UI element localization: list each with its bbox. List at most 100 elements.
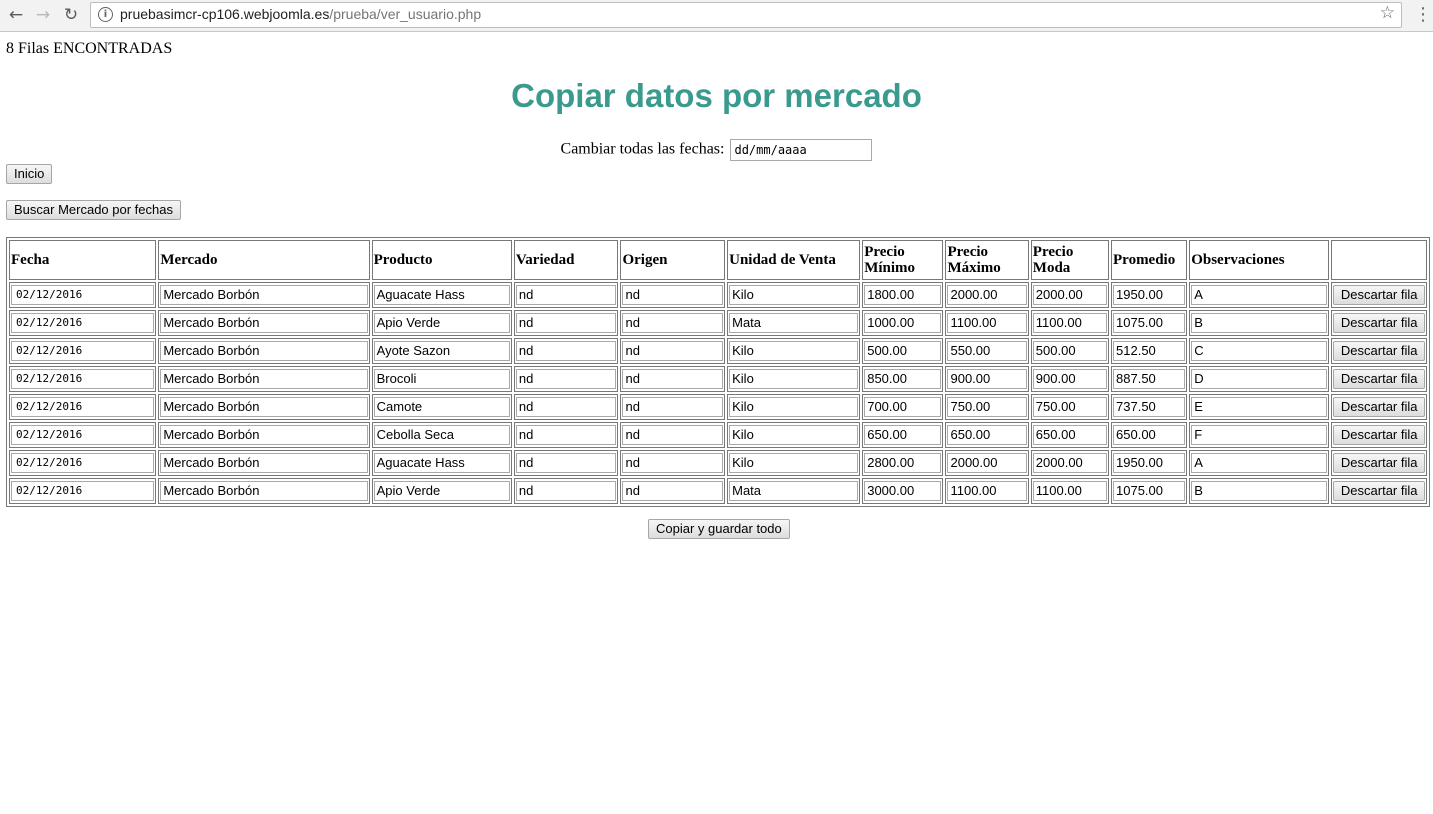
max-price-field[interactable]: 2000.00 bbox=[947, 453, 1027, 473]
discard-row-button[interactable]: Descartar fila bbox=[1333, 453, 1425, 473]
date-field[interactable]: 02/12/2016 bbox=[11, 481, 155, 501]
date-field[interactable]: 02/12/2016 bbox=[11, 453, 155, 473]
discard-row-button[interactable]: Descartar fila bbox=[1333, 481, 1425, 501]
min-price-field[interactable]: 1800.00 bbox=[864, 285, 942, 305]
date-field[interactable]: 02/12/2016 bbox=[11, 369, 155, 389]
mode-price-field[interactable]: 1100.00 bbox=[1032, 313, 1108, 333]
market-field[interactable]: Mercado Borbón bbox=[160, 313, 368, 333]
market-field[interactable]: Mercado Borbón bbox=[160, 285, 368, 305]
average-field[interactable]: 1075.00 bbox=[1113, 313, 1186, 333]
max-price-field[interactable]: 2000.00 bbox=[947, 285, 1027, 305]
discard-row-button[interactable]: Descartar fila bbox=[1333, 313, 1425, 333]
date-field[interactable]: 02/12/2016 bbox=[11, 341, 155, 361]
average-field[interactable]: 1075.00 bbox=[1113, 481, 1186, 501]
forward-arrow-icon[interactable]: → bbox=[31, 3, 55, 27]
observations-field[interactable]: A bbox=[1191, 453, 1328, 473]
min-price-field[interactable]: 500.00 bbox=[864, 341, 942, 361]
mode-price-field[interactable]: 750.00 bbox=[1032, 397, 1108, 417]
max-price-field[interactable]: 1100.00 bbox=[947, 313, 1027, 333]
max-price-field[interactable]: 550.00 bbox=[947, 341, 1027, 361]
unit-field[interactable]: Kilo bbox=[729, 425, 859, 445]
change-dates-input[interactable]: dd/mm/aaaa bbox=[730, 139, 873, 161]
date-field[interactable]: 02/12/2016 bbox=[11, 313, 155, 333]
origin-field[interactable]: nd bbox=[622, 369, 724, 389]
url-text[interactable]: pruebasimcr-cp106.webjoomla.es/prueba/ve… bbox=[120, 6, 481, 22]
unit-field[interactable]: Kilo bbox=[729, 397, 859, 417]
discard-row-button[interactable]: Descartar fila bbox=[1333, 341, 1425, 361]
origin-field[interactable]: nd bbox=[622, 341, 724, 361]
max-price-field[interactable]: 1100.00 bbox=[947, 481, 1027, 501]
average-field[interactable]: 1950.00 bbox=[1113, 285, 1186, 305]
market-field[interactable]: Mercado Borbón bbox=[160, 481, 368, 501]
observations-field[interactable]: B bbox=[1191, 313, 1328, 333]
min-price-field[interactable]: 700.00 bbox=[864, 397, 942, 417]
product-field[interactable]: Apio Verde bbox=[373, 481, 510, 501]
market-field[interactable]: Mercado Borbón bbox=[160, 397, 368, 417]
origin-field[interactable]: nd bbox=[622, 397, 724, 417]
unit-field[interactable]: Mata bbox=[729, 313, 859, 333]
back-arrow-icon[interactable]: ← bbox=[4, 3, 28, 27]
max-price-field[interactable]: 900.00 bbox=[947, 369, 1027, 389]
inicio-button[interactable]: Inicio bbox=[6, 164, 53, 184]
origin-field[interactable]: nd bbox=[622, 313, 724, 333]
bookmark-star-icon[interactable]: ☆ bbox=[1380, 3, 1395, 23]
variety-field[interactable]: nd bbox=[515, 453, 617, 473]
min-price-field[interactable]: 850.00 bbox=[864, 369, 942, 389]
copy-and-save-all-button[interactable]: Copiar y guardar todo bbox=[648, 519, 790, 539]
unit-field[interactable]: Kilo bbox=[729, 285, 859, 305]
market-field[interactable]: Mercado Borbón bbox=[160, 453, 368, 473]
variety-field[interactable]: nd bbox=[515, 341, 617, 361]
product-field[interactable]: Cebolla Seca bbox=[373, 425, 510, 445]
min-price-field[interactable]: 3000.00 bbox=[864, 481, 942, 501]
unit-field[interactable]: Kilo bbox=[729, 369, 859, 389]
variety-field[interactable]: nd bbox=[515, 313, 617, 333]
info-icon[interactable]: i bbox=[98, 7, 113, 22]
mode-price-field[interactable]: 900.00 bbox=[1032, 369, 1108, 389]
product-field[interactable]: Brocoli bbox=[373, 369, 510, 389]
discard-row-button[interactable]: Descartar fila bbox=[1333, 425, 1425, 445]
variety-field[interactable]: nd bbox=[515, 285, 617, 305]
date-field[interactable]: 02/12/2016 bbox=[11, 397, 155, 417]
product-field[interactable]: Aguacate Hass bbox=[373, 285, 510, 305]
address-bar[interactable]: i pruebasimcr-cp106.webjoomla.es/prueba/… bbox=[90, 2, 1402, 28]
observations-field[interactable]: B bbox=[1191, 481, 1328, 501]
discard-row-button[interactable]: Descartar fila bbox=[1333, 285, 1425, 305]
observations-field[interactable]: F bbox=[1191, 425, 1328, 445]
average-field[interactable]: 1950.00 bbox=[1113, 453, 1186, 473]
discard-row-button[interactable]: Descartar fila bbox=[1333, 369, 1425, 389]
origin-field[interactable]: nd bbox=[622, 425, 724, 445]
market-field[interactable]: Mercado Borbón bbox=[160, 369, 368, 389]
variety-field[interactable]: nd bbox=[515, 397, 617, 417]
browser-menu-icon[interactable]: ⋮ bbox=[1414, 3, 1432, 27]
average-field[interactable]: 737.50 bbox=[1113, 397, 1186, 417]
origin-field[interactable]: nd bbox=[622, 453, 724, 473]
min-price-field[interactable]: 1000.00 bbox=[864, 313, 942, 333]
min-price-field[interactable]: 2800.00 bbox=[864, 453, 942, 473]
observations-field[interactable]: E bbox=[1191, 397, 1328, 417]
discard-row-button[interactable]: Descartar fila bbox=[1333, 397, 1425, 417]
max-price-field[interactable]: 650.00 bbox=[947, 425, 1027, 445]
unit-field[interactable]: Kilo bbox=[729, 341, 859, 361]
mode-price-field[interactable]: 650.00 bbox=[1032, 425, 1108, 445]
variety-field[interactable]: nd bbox=[515, 481, 617, 501]
date-field[interactable]: 02/12/2016 bbox=[11, 425, 155, 445]
date-field[interactable]: 02/12/2016 bbox=[11, 285, 155, 305]
average-field[interactable]: 887.50 bbox=[1113, 369, 1186, 389]
observations-field[interactable]: A bbox=[1191, 285, 1328, 305]
mode-price-field[interactable]: 500.00 bbox=[1032, 341, 1108, 361]
variety-field[interactable]: nd bbox=[515, 369, 617, 389]
max-price-field[interactable]: 750.00 bbox=[947, 397, 1027, 417]
unit-field[interactable]: Kilo bbox=[729, 453, 859, 473]
origin-field[interactable]: nd bbox=[622, 481, 724, 501]
mode-price-field[interactable]: 2000.00 bbox=[1032, 285, 1108, 305]
unit-field[interactable]: Mata bbox=[729, 481, 859, 501]
market-field[interactable]: Mercado Borbón bbox=[160, 341, 368, 361]
observations-field[interactable]: D bbox=[1191, 369, 1328, 389]
observations-field[interactable]: C bbox=[1191, 341, 1328, 361]
product-field[interactable]: Aguacate Hass bbox=[373, 453, 510, 473]
variety-field[interactable]: nd bbox=[515, 425, 617, 445]
average-field[interactable]: 650.00 bbox=[1113, 425, 1186, 445]
average-field[interactable]: 512.50 bbox=[1113, 341, 1186, 361]
product-field[interactable]: Camote bbox=[373, 397, 510, 417]
mode-price-field[interactable]: 1100.00 bbox=[1032, 481, 1108, 501]
